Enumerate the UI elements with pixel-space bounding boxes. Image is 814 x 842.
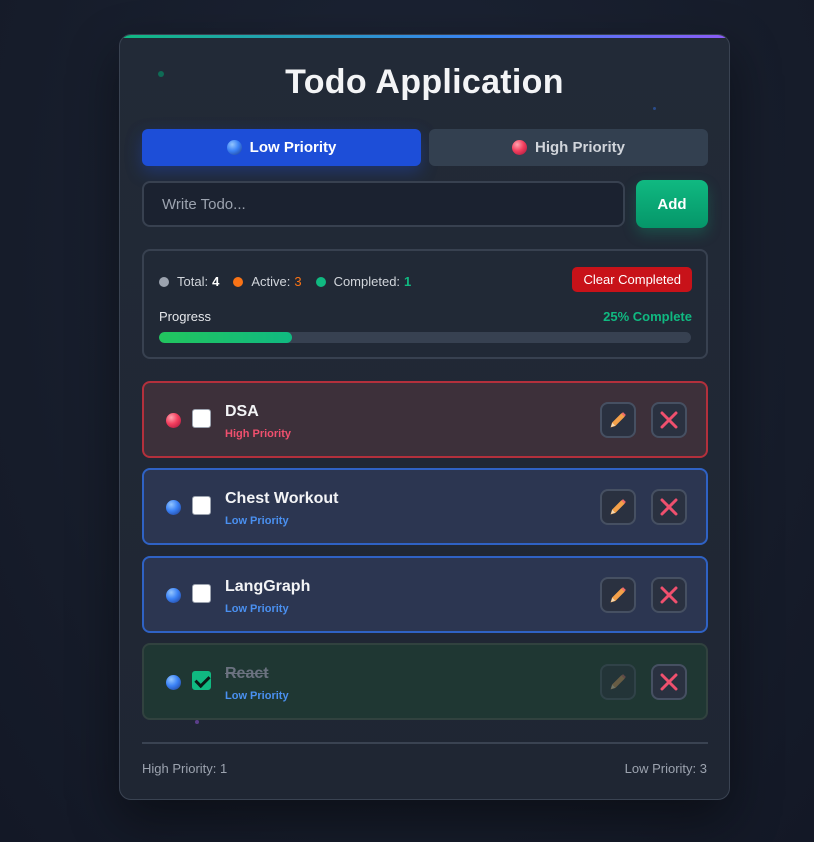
todo-checkbox[interactable] xyxy=(192,584,211,603)
green-dot-icon xyxy=(315,276,326,287)
todo-priority-label: Low Priority xyxy=(225,690,289,702)
stat-total-value: 4 xyxy=(212,274,220,289)
todo-checkbox[interactable] xyxy=(192,496,211,515)
todo-title: React xyxy=(225,665,269,682)
blue-ball-icon xyxy=(166,500,181,515)
stats-row: Total: 4 Active: 3 Completed: 1 xyxy=(159,274,425,289)
todo-title: DSA xyxy=(225,403,259,420)
high-priority-tab-label: High Priority xyxy=(534,139,625,156)
progress-label: Progress xyxy=(159,309,212,324)
stat-active: Active: 3 xyxy=(233,274,302,289)
todo-checkbox[interactable] xyxy=(192,671,211,690)
low-priority-count: Low Priority: 3 xyxy=(624,761,707,776)
stat-completed: Completed: 1 xyxy=(315,274,412,289)
todo-app-card: Todo Application Low Priority High Prior… xyxy=(119,34,730,800)
low-priority-tab-label: Low Priority xyxy=(249,139,337,156)
delete-button[interactable] xyxy=(651,489,687,525)
todo-title: LangGraph xyxy=(225,578,311,595)
high-priority-tab[interactable]: High Priority xyxy=(429,129,708,166)
todo-checkbox[interactable] xyxy=(192,409,211,428)
edit-button[interactable] xyxy=(600,402,636,438)
todo-priority-label: High Priority xyxy=(225,428,292,440)
red-ball-icon xyxy=(166,413,181,428)
todo-title: Chest Workout xyxy=(225,490,339,507)
todo-item: DSA High Priority xyxy=(142,381,708,458)
page-title: Todo Application xyxy=(285,63,564,101)
pencil-icon xyxy=(610,674,626,690)
close-icon xyxy=(660,498,678,516)
priority-selector: Low Priority High Priority xyxy=(142,129,708,167)
todo-input[interactable] xyxy=(142,181,625,227)
stats-panel: Total: 4 Active: 3 Completed: 1 Clear Co… xyxy=(142,249,708,359)
close-icon xyxy=(660,586,678,604)
add-button[interactable]: Add xyxy=(636,180,708,228)
todo-item: Chest Workout Low Priority xyxy=(142,468,708,545)
orange-dot-icon xyxy=(233,276,244,287)
progress-bar xyxy=(159,332,691,343)
close-icon xyxy=(660,411,678,429)
todo-item: LangGraph Low Priority xyxy=(142,556,708,633)
todo-item: React Low Priority xyxy=(142,643,708,720)
edit-button[interactable] xyxy=(600,577,636,613)
stat-completed-value: 1 xyxy=(404,274,412,289)
decorative-dot xyxy=(653,107,656,110)
stat-total: Total: 4 xyxy=(159,274,219,289)
close-icon xyxy=(660,673,678,691)
progress-bar-fill xyxy=(159,332,292,343)
footer-divider xyxy=(142,742,708,744)
decorative-dot xyxy=(195,720,199,724)
todo-priority-label: Low Priority xyxy=(225,603,289,615)
pencil-icon xyxy=(610,499,626,515)
stat-completed-label: Completed: xyxy=(333,274,401,289)
progress-percent: 25% Complete xyxy=(603,309,692,324)
stat-total-label: Total: xyxy=(177,274,209,289)
delete-button[interactable] xyxy=(651,664,687,700)
blue-ball-icon xyxy=(166,675,181,690)
blue-ball-icon xyxy=(226,140,242,155)
edit-button[interactable] xyxy=(600,489,636,525)
gray-dot-icon xyxy=(159,276,169,287)
high-priority-count: High Priority: 1 xyxy=(142,761,228,776)
todo-priority-label: Low Priority xyxy=(225,515,289,527)
low-priority-tab[interactable]: Low Priority xyxy=(142,129,421,166)
delete-button[interactable] xyxy=(651,577,687,613)
gradient-top-border xyxy=(120,35,729,38)
stat-active-label: Active: xyxy=(251,274,291,289)
pencil-icon xyxy=(610,412,626,428)
stat-active-value: 3 xyxy=(294,274,302,289)
blue-ball-icon xyxy=(166,588,181,603)
pencil-icon xyxy=(610,587,626,603)
delete-button[interactable] xyxy=(651,402,687,438)
clear-completed-button[interactable]: Clear Completed xyxy=(572,267,692,292)
edit-button[interactable] xyxy=(600,664,636,700)
red-ball-icon xyxy=(511,140,527,155)
